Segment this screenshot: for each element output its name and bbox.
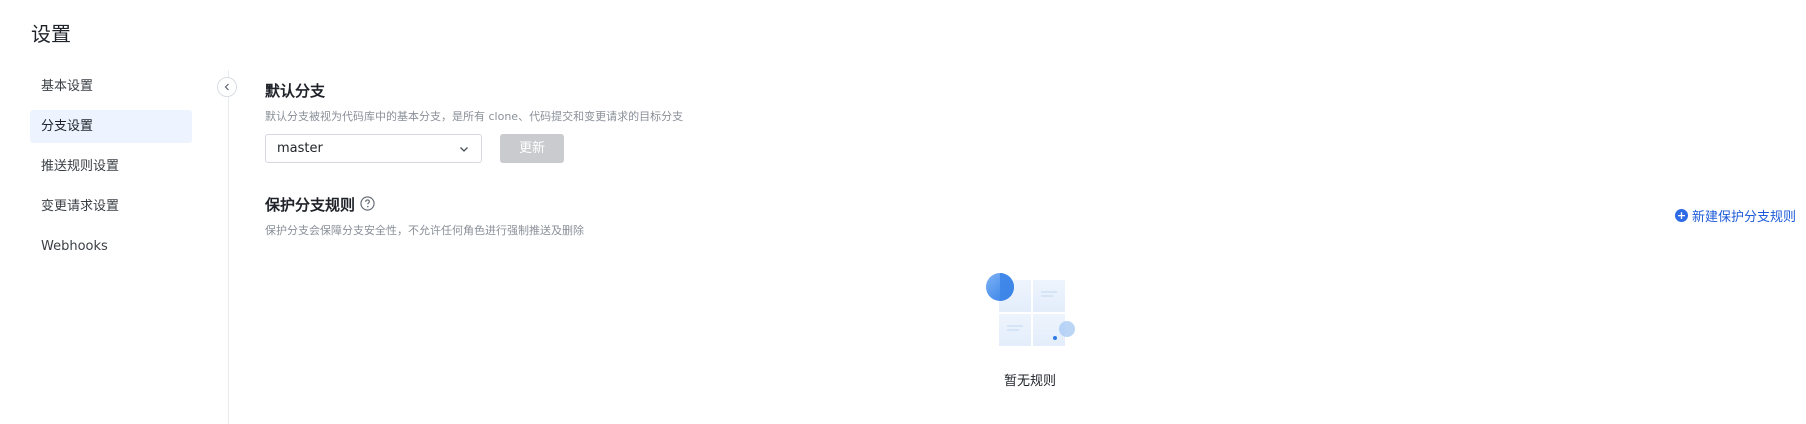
protected-rules-description: 保护分支会保障分支安全性，不允许任何角色进行强制推送及删除 <box>265 224 584 237</box>
page-title: 设置 <box>31 22 71 46</box>
default-branch-description: 默认分支被视为代码库中的基本分支，是所有 clone、代码提交和变更请求的目标分… <box>265 110 684 123</box>
sidebar-item-basic[interactable]: 基本设置 <box>30 70 192 103</box>
plus-circle-icon: + <box>1674 209 1688 222</box>
chevron-down-icon <box>460 147 468 152</box>
sidebar-item-webhooks[interactable]: Webhooks <box>30 230 192 263</box>
sidebar-item-branch[interactable]: 分支设置 <box>30 110 192 143</box>
sidebar-divider <box>228 70 229 424</box>
empty-state-text: 暂无规则 <box>1003 374 1056 389</box>
sidebar-nav: 基本设置 分支设置 推送规则设置 变更请求设置 Webhooks <box>30 70 192 270</box>
chevron-left-icon <box>224 83 229 91</box>
empty-state-illustration <box>986 273 1075 346</box>
sidebar-item-merge-request[interactable]: 变更请求设置 <box>30 190 192 223</box>
sidebar-item-push-rules[interactable]: 推送规则设置 <box>30 150 192 183</box>
new-protected-rule-button[interactable]: + 新建保护分支规则 <box>1674 206 1796 225</box>
new-protected-rule-label: 新建保护分支规则 <box>1691 210 1796 225</box>
default-branch-title: 默认分支 <box>265 82 326 100</box>
update-button[interactable]: 更新 <box>500 134 564 163</box>
protected-rules-title: 保护分支规则 <box>265 196 356 214</box>
question-circle-icon[interactable] <box>360 196 375 211</box>
collapse-sidebar-button[interactable] <box>217 77 237 97</box>
default-branch-select[interactable]: master <box>265 134 482 163</box>
default-branch-value: master <box>277 141 323 156</box>
settings-page: 设置 基本设置 分支设置 推送规则设置 变更请求设置 Webhooks 默认分支… <box>0 0 1806 424</box>
